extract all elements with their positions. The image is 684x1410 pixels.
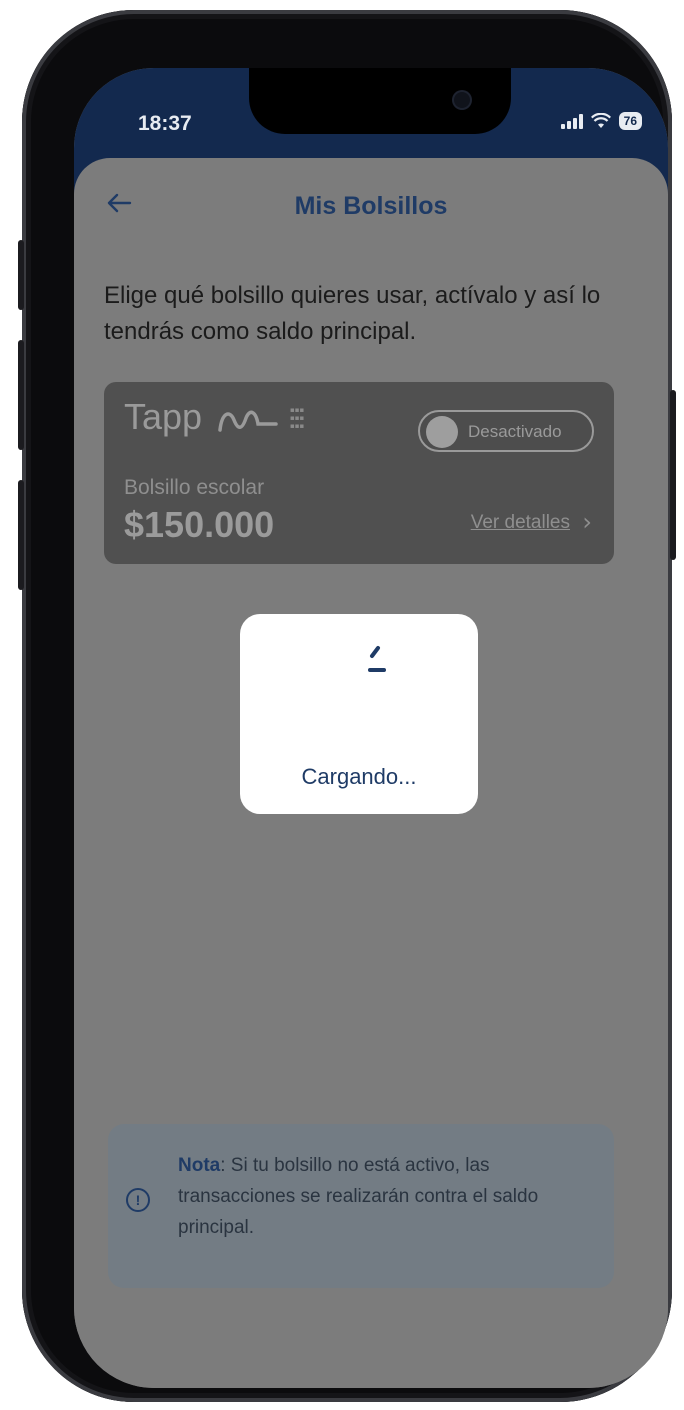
status-icons: 76 — [560, 112, 642, 130]
camera-icon — [454, 92, 470, 108]
loading-dialog: Cargando... — [240, 614, 478, 814]
info-icon: ! — [126, 1188, 150, 1212]
side-button — [18, 480, 24, 590]
side-button — [18, 340, 24, 450]
signal-icon — [560, 113, 583, 129]
note-body: : Si tu bolsillo no está activo, las tra… — [178, 1155, 539, 1238]
side-button — [670, 390, 676, 560]
pocket-name: Bolsillo escolar — [124, 476, 265, 499]
chevron-right-icon[interactable]: › — [582, 508, 592, 536]
status-time: 18:37 — [138, 112, 192, 135]
screen: 18:37 76 Mis Bolsillos Elige qué bolsill… — [74, 68, 668, 1388]
note-text: Nota: Si tu bolsillo no está activo, las… — [178, 1150, 594, 1243]
brand-sublogo: ▪▪▪ ▪▪▪ ▪▪▪ — [290, 406, 305, 430]
note-label: Nota — [178, 1155, 221, 1176]
toggle-knob — [426, 416, 458, 448]
pocket-amount: $150.000 — [124, 504, 275, 545]
info-note: ! Nota: Si tu bolsillo no está activo, l… — [108, 1124, 614, 1288]
pocket-toggle[interactable]: Desactivado — [418, 410, 594, 452]
page-description: Elige qué bolsillo quieres usar, actíval… — [104, 282, 601, 345]
pocket-card[interactable]: Tapp ▪▪▪ ▪▪▪ ▪▪▪ Desactivado Bolsillo esco… — [104, 382, 614, 564]
dynamic-island — [249, 68, 511, 134]
toggle-label: Desactivado — [468, 422, 562, 441]
brand-wave-icon — [218, 410, 278, 432]
loading-text: Cargando... — [301, 764, 417, 789]
wifi-icon — [590, 113, 611, 128]
details-link[interactable]: Ver detalles — [471, 512, 570, 534]
brand-logo: Tapp — [124, 396, 203, 437]
battery-icon: 76 — [618, 112, 642, 130]
spinner-icon — [368, 646, 386, 672]
modal-overlay: Mis Bolsillos Elige qué bolsillo quieres… — [74, 158, 668, 1388]
page-title: Mis Bolsillos — [294, 192, 448, 220]
side-button — [18, 240, 24, 310]
